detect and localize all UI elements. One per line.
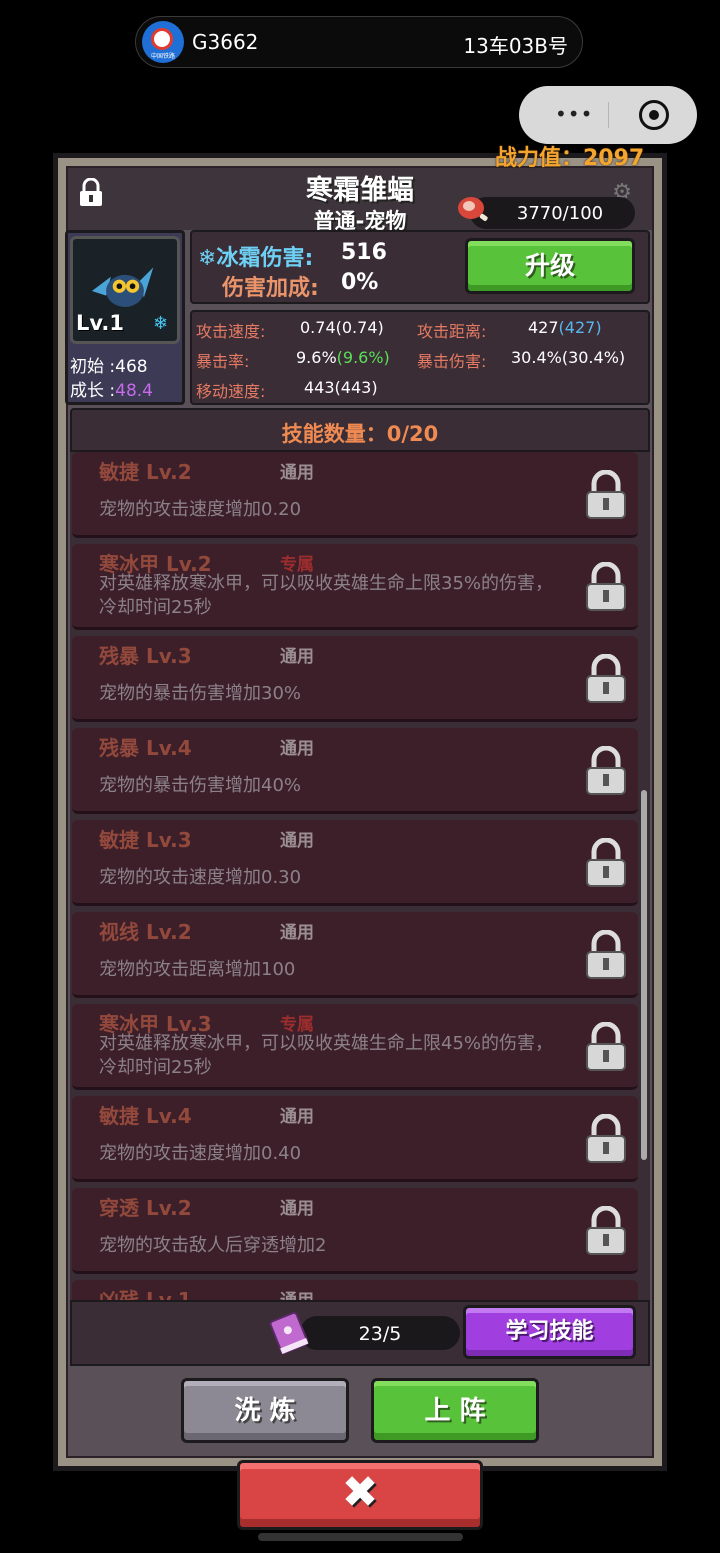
skill-book-count: 23/5	[358, 1323, 402, 1345]
miniprogram-capsule: •••	[519, 86, 697, 144]
skill-card[interactable]: 寒冰甲 Lv.2 专属 对英雄释放寒冰甲，可以吸收英雄生命上限35%的伤害，冷却…	[72, 544, 638, 630]
more-menu-icon[interactable]: •••	[555, 102, 593, 126]
skill-description: 宠物的攻击距离增加100	[99, 959, 296, 980]
skill-description: 宠物的攻击敌人后穿透增加2	[99, 1235, 327, 1256]
skill-description: 宠物的攻击速度增加0.40	[99, 1143, 302, 1164]
skill-name: 敏捷 Lv.2	[99, 460, 192, 484]
learn-skill-button[interactable]: 学习技能	[463, 1305, 636, 1359]
attack-range: 攻击距离:	[417, 322, 487, 341]
skill-tag: 通用	[280, 831, 314, 851]
skill-name: 视线 Lv.2	[99, 920, 192, 944]
close-icon: ✖	[341, 1467, 379, 1518]
skill-description: 宠物的攻击速度增加0.20	[99, 499, 302, 520]
damage-bonus-value: 0%	[341, 270, 379, 295]
deploy-button[interactable]: 上 阵	[371, 1378, 539, 1443]
refine-button[interactable]: 洗 炼	[181, 1378, 349, 1443]
frost-damage-value: 516	[341, 240, 387, 265]
padlock-icon	[586, 1114, 626, 1163]
skills-list[interactable]: 敏捷 Lv.2 通用 宠物的攻击速度增加0.20 寒冰甲 Lv.2 专属 对英雄…	[70, 452, 650, 1300]
move-speed-value: 443(443)	[304, 378, 378, 397]
home-indicator	[258, 1533, 463, 1541]
skill-description: 对英雄释放寒冰甲，可以吸收英雄生命上限35%的伤害，冷却时间25秒	[99, 573, 554, 618]
skill-tag: 通用	[280, 647, 314, 667]
skill-tag: 通用	[280, 1107, 314, 1127]
padlock-icon	[586, 838, 626, 887]
skill-name: 敏捷 Lv.4	[99, 1104, 192, 1128]
skill-description: 宠物的暴击伤害增加40%	[99, 775, 302, 796]
skill-card[interactable]: 凶残 Lv.1 通用	[72, 1280, 638, 1300]
snowflake-icon: ❄	[198, 246, 217, 271]
skill-card[interactable]: 穿透 Lv.2 通用 宠物的攻击敌人后穿透增加2	[72, 1188, 638, 1274]
skill-card[interactable]: 残暴 Lv.3 通用 宠物的暴击伤害增加30%	[72, 636, 638, 722]
initial-stat: 初始 :468	[70, 357, 148, 377]
frost-element-icon: ❄	[153, 313, 169, 334]
skill-card[interactable]: 寒冰甲 Lv.3 专属 对英雄释放寒冰甲，可以吸收英雄生命上限45%的伤害，冷却…	[72, 1004, 638, 1090]
skill-card[interactable]: 敏捷 Lv.2 通用 宠物的攻击速度增加0.20	[72, 452, 638, 538]
padlock-icon	[586, 930, 626, 979]
attack-speed: 攻击速度:	[196, 322, 266, 341]
skill-tag: 通用	[280, 739, 314, 759]
railway-logo-icon: 中国铁路	[142, 21, 184, 63]
skill-description: 对英雄释放寒冰甲，可以吸收英雄生命上限45%的伤害，冷却时间25秒	[99, 1033, 554, 1078]
skill-card[interactable]: 敏捷 Lv.4 通用 宠物的攻击速度增加0.40	[72, 1096, 638, 1182]
skills-scrollbar[interactable]	[641, 790, 647, 1160]
close-miniprogram-icon[interactable]	[639, 100, 669, 130]
capsule-divider	[608, 102, 609, 128]
attack-speed-value: 0.74(0.74)	[300, 318, 384, 337]
crit-damage: 暴击伤害:	[417, 352, 487, 371]
meat-count: 3770/100	[516, 203, 604, 224]
skill-tag: 通用	[280, 463, 314, 483]
growth-stat: 成长 :48.4	[70, 381, 153, 401]
upgrade-button[interactable]: 升级	[465, 238, 635, 294]
crit-damage-value: 30.4%(30.4%)	[511, 348, 626, 367]
skill-card[interactable]: 残暴 Lv.4 通用 宠物的暴击伤害增加40%	[72, 728, 638, 814]
skill-tag: 通用	[280, 1199, 314, 1219]
skills-count-title: 技能数量：0/20	[281, 422, 439, 446]
skill-description: 宠物的攻击速度增加0.30	[99, 867, 302, 888]
padlock-icon	[586, 1206, 626, 1255]
padlock-icon	[586, 654, 626, 703]
padlock-icon	[586, 562, 626, 611]
padlock-icon	[586, 746, 626, 795]
train-info-pill[interactable]: 中国铁路 G3662 13车03B号	[135, 16, 583, 68]
skill-name: 敏捷 Lv.3	[99, 828, 192, 852]
padlock-icon	[586, 1022, 626, 1071]
move-speed: 移动速度:	[196, 382, 266, 401]
train-number: G3662	[192, 30, 259, 54]
pet-level: Lv.1	[76, 311, 124, 335]
skill-description: 宠物的暴击伤害增加30%	[99, 683, 302, 704]
crit-rate: 暴击率:	[196, 352, 250, 371]
padlock-icon	[586, 470, 626, 519]
damage-bonus-label: 伤害加成:	[222, 276, 319, 301]
skill-name: 穿透 Lv.2	[99, 1196, 192, 1220]
skill-name: 凶残 Lv.1	[99, 1288, 192, 1300]
skill-card[interactable]: 敏捷 Lv.3 通用 宠物的攻击速度增加0.30	[72, 820, 638, 906]
seat-number: 13车03B号	[463, 34, 568, 58]
skill-tag: 通用	[280, 923, 314, 943]
crit-rate-value: 9.6%(9.6%)	[296, 348, 390, 367]
frost-damage-label: ❄冰霜伤害:	[198, 246, 314, 271]
skill-name: 残暴 Lv.4	[99, 736, 192, 760]
skill-tag: 通用	[280, 1286, 314, 1300]
skill-card[interactable]: 视线 Lv.2 通用 宠物的攻击距离增加100	[72, 912, 638, 998]
skill-name: 残暴 Lv.3	[99, 644, 192, 668]
meat-icon	[458, 197, 488, 221]
attack-range-value: 427(427)	[528, 318, 602, 337]
close-button[interactable]: ✖	[237, 1460, 483, 1530]
